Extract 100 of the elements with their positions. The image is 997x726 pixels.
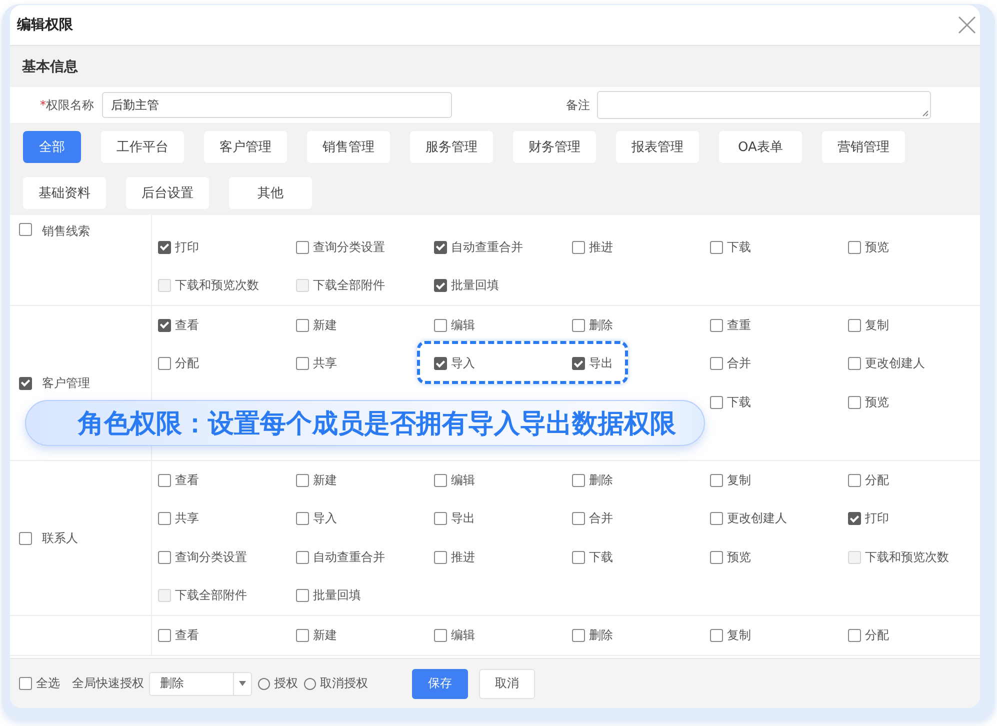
resize-handle-icon[interactable]	[922, 110, 929, 117]
checkbox-label: 删除	[589, 472, 613, 489]
checkbox-label: 下载和预览次数	[865, 548, 949, 566]
checkbox-label: 打印	[865, 510, 889, 528]
tab[interactable]: 工作平台	[101, 131, 184, 163]
cancel-button[interactable]: 取消	[479, 668, 535, 698]
tab[interactable]: 全部	[23, 131, 81, 163]
checkbox-label: 预览	[865, 238, 889, 256]
select-field[interactable]: 删除	[149, 672, 252, 696]
checkbox[interactable]	[572, 357, 585, 370]
checkbox[interactable]	[572, 240, 585, 254]
checkbox[interactable]	[19, 677, 32, 690]
checkbox-label: 编辑	[451, 472, 475, 489]
tab[interactable]: 销售管理	[307, 131, 390, 163]
checkbox[interactable]	[848, 396, 861, 409]
checkbox[interactable]	[434, 474, 447, 487]
checkbox[interactable]	[710, 240, 723, 254]
checkbox[interactable]	[848, 357, 861, 370]
tab[interactable]: 报表管理	[616, 131, 699, 163]
checkbox-label: 导出	[589, 355, 613, 372]
checkbox[interactable]	[19, 532, 32, 544]
tab[interactable]: 营销管理	[822, 131, 905, 163]
tab[interactable]: OA表单	[719, 131, 802, 163]
checkbox[interactable]	[710, 396, 723, 409]
checkbox-label: 查重	[727, 316, 751, 334]
checkbox[interactable]	[296, 357, 309, 370]
group-label: 销售线索	[42, 223, 90, 240]
checkbox-label: 合并	[589, 510, 613, 528]
checkbox[interactable]	[158, 357, 171, 370]
radio-label: 授权	[274, 675, 298, 692]
checkbox[interactable]	[434, 279, 447, 292]
save-button[interactable]: 保存	[412, 668, 468, 698]
checkbox-label: 复制	[727, 472, 751, 489]
checkbox-label: 共享	[175, 510, 199, 528]
checkbox[interactable]	[572, 550, 585, 564]
tab[interactable]: 服务管理	[410, 131, 493, 163]
checkbox[interactable]	[434, 550, 447, 564]
checkbox[interactable]	[848, 240, 861, 254]
caret-icon	[239, 681, 246, 686]
input-field[interactable]: 后勤主管	[102, 92, 452, 118]
checkbox-label: 编辑	[451, 626, 475, 644]
checkbox[interactable]	[848, 474, 861, 487]
checkbox[interactable]	[158, 474, 171, 487]
checkbox[interactable]	[572, 512, 585, 526]
tab[interactable]: 后台设置	[126, 177, 209, 209]
checkbox[interactable]	[158, 318, 171, 332]
field-label: *权限名称	[39, 96, 95, 114]
checkbox[interactable]	[296, 318, 309, 332]
checkbox-label: 下载全部附件	[175, 587, 247, 604]
checkbox[interactable]	[434, 512, 447, 526]
tab[interactable]: 客户管理	[204, 131, 287, 163]
dialog-title: 编辑权限	[17, 16, 73, 34]
group-label: 联系人	[42, 530, 78, 546]
checkbox[interactable]	[710, 628, 723, 642]
checkbox[interactable]	[710, 512, 723, 526]
checkbox[interactable]	[710, 474, 723, 487]
checkbox[interactable]	[434, 318, 447, 332]
checkbox-label: 自动查重合并	[451, 238, 523, 256]
checkbox[interactable]	[848, 318, 861, 332]
tab[interactable]: 财务管理	[513, 131, 596, 163]
checkbox[interactable]	[296, 512, 309, 526]
radio-button[interactable]	[304, 678, 316, 690]
checkbox[interactable]	[158, 628, 171, 642]
checkbox[interactable]	[710, 357, 723, 370]
checkbox[interactable]	[710, 550, 723, 564]
checkbox-label: 导出	[451, 510, 475, 528]
checkbox-label: 查询分类设置	[175, 548, 247, 566]
checkbox[interactable]	[434, 240, 447, 254]
section-title: 基本信息	[22, 58, 78, 76]
checkbox[interactable]	[572, 318, 585, 332]
checkbox-label: 新建	[313, 626, 337, 644]
group-label: 客户管理	[42, 374, 90, 392]
checkbox[interactable]	[296, 240, 309, 254]
checkbox[interactable]	[296, 550, 309, 564]
checkbox[interactable]	[19, 223, 32, 236]
checkbox[interactable]	[848, 512, 861, 526]
checkbox[interactable]	[434, 628, 447, 642]
checkbox[interactable]	[296, 589, 309, 602]
checkbox[interactable]	[848, 628, 861, 642]
checkbox[interactable]	[296, 628, 309, 642]
radio-label: 取消授权	[320, 675, 368, 692]
tab[interactable]: 其他	[229, 177, 312, 209]
checkbox-label: 查看	[175, 626, 199, 644]
checkbox[interactable]	[572, 474, 585, 487]
checkbox[interactable]	[158, 240, 171, 254]
checkbox[interactable]	[434, 357, 447, 370]
checkbox[interactable]	[710, 318, 723, 332]
tab[interactable]: 基础资料	[23, 177, 106, 209]
checkbox-label: 删除	[589, 316, 613, 334]
checkbox[interactable]	[296, 474, 309, 487]
checkbox-label: 下载和预览次数	[175, 277, 259, 294]
checkbox-label: 下载	[589, 548, 613, 566]
checkbox[interactable]	[158, 550, 171, 564]
checkbox[interactable]	[19, 376, 32, 390]
field-label: 全局快速授权	[72, 675, 144, 692]
checkbox[interactable]	[572, 628, 585, 642]
checkbox[interactable]	[158, 512, 171, 526]
radio-button[interactable]	[258, 678, 270, 690]
textarea-field[interactable]	[597, 91, 931, 119]
close-icon[interactable]	[956, 14, 978, 36]
